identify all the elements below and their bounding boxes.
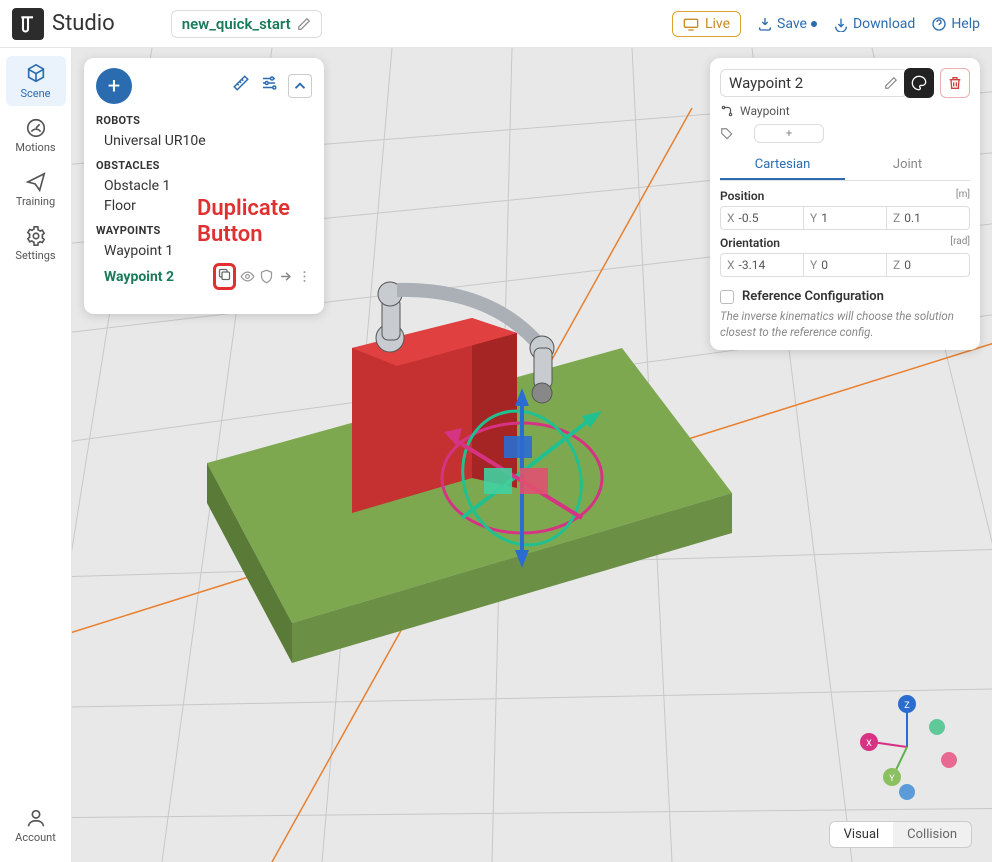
tab-joint[interactable]: Joint bbox=[845, 151, 970, 180]
orientation-gizmo[interactable]: Z X Y bbox=[852, 692, 962, 802]
tag-input[interactable]: + bbox=[754, 124, 824, 143]
add-button[interactable]: + bbox=[96, 68, 132, 104]
obstacles-heading: OBSTACLES bbox=[96, 159, 312, 172]
header-actions: Live Save Download Help bbox=[672, 11, 980, 37]
waypoint-icon bbox=[720, 104, 734, 118]
position-label: Position bbox=[720, 189, 764, 203]
svg-text:Y: Y bbox=[889, 774, 895, 784]
shield-icon[interactable] bbox=[259, 269, 274, 284]
logo-icon bbox=[12, 8, 44, 40]
position-unit: [m] bbox=[956, 189, 970, 203]
user-icon bbox=[25, 807, 47, 829]
help-icon bbox=[931, 16, 947, 32]
color-button[interactable] bbox=[904, 68, 934, 98]
unsaved-indicator bbox=[811, 21, 817, 27]
download-button[interactable]: Download bbox=[833, 16, 915, 32]
orientation-input[interactable]: X-3.14 Y0 Z0 bbox=[720, 253, 970, 277]
svg-text:Z: Z bbox=[904, 701, 910, 711]
scene-tree-panel: + ROBOTS Universal UR10e OBSTACLES Obsta… bbox=[84, 58, 324, 314]
viewport-3d[interactable]: + ROBOTS Universal UR10e OBSTACLES Obsta… bbox=[72, 48, 992, 862]
paint-icon bbox=[911, 75, 927, 91]
more-icon[interactable] bbox=[297, 269, 312, 284]
trash-icon bbox=[947, 75, 963, 91]
tree-item-robot[interactable]: Universal UR10e bbox=[96, 131, 312, 151]
app-name: Studio bbox=[52, 11, 115, 36]
nav-motions[interactable]: Motions bbox=[6, 110, 66, 160]
tree-item-obstacle1[interactable]: Obstacle 1 bbox=[96, 176, 312, 196]
orientation-label: Orientation bbox=[720, 236, 780, 250]
properties-panel: Waypoint 2 Waypoint + Cartesian Joint Po… bbox=[710, 58, 980, 350]
app-header: Studio new_quick_start Live Save Downloa… bbox=[0, 0, 992, 48]
coord-tabs: Cartesian Joint bbox=[720, 151, 970, 181]
chevron-up-icon bbox=[291, 77, 309, 95]
nav-account[interactable]: Account bbox=[6, 800, 66, 850]
save-button[interactable]: Save bbox=[757, 16, 817, 32]
object-type: Waypoint bbox=[720, 104, 970, 118]
nav-settings[interactable]: Settings bbox=[6, 218, 66, 268]
save-icon bbox=[757, 16, 773, 32]
svg-text:X: X bbox=[866, 739, 872, 749]
help-button[interactable]: Help bbox=[931, 16, 980, 32]
annotation-label: Duplicate Button bbox=[197, 196, 290, 249]
left-sidebar: Scene Motions Training Settings Account bbox=[0, 48, 72, 862]
project-name-field[interactable]: new_quick_start bbox=[171, 10, 322, 38]
ref-config-desc: The inverse kinematics will choose the s… bbox=[720, 308, 970, 340]
gear-icon bbox=[25, 225, 47, 247]
position-input[interactable]: X-0.5 Y1 Z0.1 bbox=[720, 206, 970, 230]
project-name: new_quick_start bbox=[182, 15, 291, 33]
collapse-button[interactable] bbox=[288, 74, 312, 98]
edit-icon bbox=[297, 17, 311, 31]
toggle-collision[interactable]: Collision bbox=[893, 822, 971, 847]
sliders-icon[interactable] bbox=[260, 74, 278, 92]
eye-icon[interactable] bbox=[240, 269, 255, 284]
cube-icon bbox=[25, 63, 47, 85]
ruler-icon[interactable] bbox=[232, 74, 250, 92]
goto-arrow-icon[interactable] bbox=[278, 269, 293, 284]
duplicate-button[interactable] bbox=[213, 263, 236, 290]
delete-button[interactable] bbox=[940, 68, 970, 98]
tree-item-waypoint2[interactable]: Waypoint 2 bbox=[96, 261, 312, 292]
tab-cartesian[interactable]: Cartesian bbox=[720, 151, 845, 180]
paper-plane-icon bbox=[25, 171, 47, 193]
download-icon bbox=[833, 16, 849, 32]
gauge-icon bbox=[25, 117, 47, 139]
ref-config-checkbox[interactable] bbox=[720, 290, 734, 304]
view-mode-toggle: Visual Collision bbox=[829, 821, 972, 848]
tag-icon bbox=[720, 127, 734, 141]
object-name-field[interactable]: Waypoint 2 bbox=[720, 69, 908, 97]
orientation-unit: [rad] bbox=[950, 236, 970, 250]
nav-scene[interactable]: Scene bbox=[6, 56, 66, 106]
ref-config-row[interactable]: Reference Configuration bbox=[720, 289, 970, 304]
live-button[interactable]: Live bbox=[672, 11, 741, 37]
toggle-visual[interactable]: Visual bbox=[830, 822, 894, 847]
duplicate-icon bbox=[217, 267, 232, 282]
edit-icon[interactable] bbox=[884, 76, 898, 90]
logo: Studio bbox=[12, 8, 115, 40]
robots-heading: ROBOTS bbox=[96, 114, 312, 127]
nav-training[interactable]: Training bbox=[6, 164, 66, 214]
monitor-icon bbox=[683, 17, 699, 31]
